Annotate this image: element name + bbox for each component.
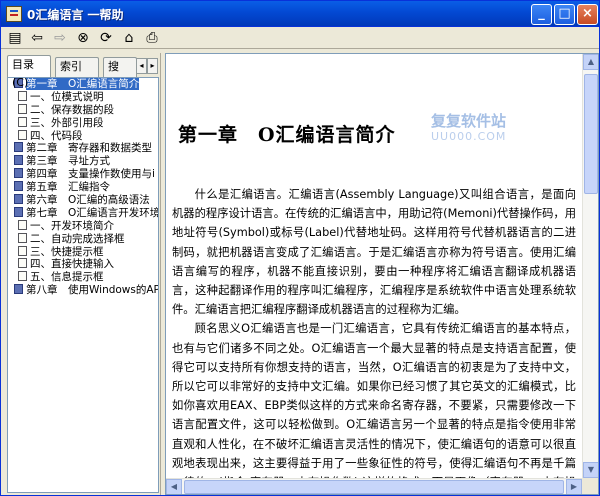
tree-chapter-item[interactable]: 第二章 寄存器和数据类型 bbox=[8, 142, 158, 155]
paragraph-2: 顾名思义O汇编语言也是一门汇编语言，它具有传统汇编语言的基本特点，也有与它们诸多… bbox=[172, 322, 576, 489]
tree-chapter-item[interactable]: 第一章 O汇编语言简介 bbox=[8, 78, 158, 91]
refresh-icon[interactable]: ⟳ bbox=[97, 29, 115, 47]
content-pane: 第一章 O汇编语言简介 复复软件站 UU000.COM 什么是汇编语言。汇编语言… bbox=[165, 53, 599, 495]
vertical-scrollbar[interactable]: ▲ ▼ bbox=[582, 54, 598, 478]
help-window: 0汇编语言 一帮助 _ □ × ▤ ⇦ ⇨ ⊗ ⟳ ⌂ ⎙ 目录(C) 索引(N… bbox=[0, 0, 600, 496]
tree-topic-item[interactable]: 四、代码段 bbox=[8, 129, 158, 143]
stop-icon[interactable]: ⊗ bbox=[74, 29, 92, 47]
tree-item-label: 二、保存数据的段 bbox=[30, 103, 114, 116]
minimize-button[interactable]: _ bbox=[531, 4, 552, 25]
navigation-pane: 目录(C) 索引(N) 搜 ◂▸ 第一章 O汇编语言简介一、位模式说明二、保存数… bbox=[3, 53, 161, 495]
tree-item-label: 第七章 O汇编语言开发环境 bbox=[26, 206, 158, 219]
page-title: 第一章 O汇编语言简介 bbox=[178, 124, 396, 146]
tree-topic-item[interactable]: 一、位模式说明 bbox=[8, 90, 158, 104]
scroll-corner bbox=[582, 478, 598, 494]
window-title: 0汇编语言 一帮助 bbox=[27, 8, 124, 22]
close-button[interactable]: × bbox=[577, 4, 598, 25]
tree-topic-item[interactable]: 三、外部引用段 bbox=[8, 116, 158, 130]
tab-scroll-left-icon[interactable]: ◂ bbox=[136, 58, 147, 74]
tree-chapter-item[interactable]: 第五章 汇编指令 bbox=[8, 181, 158, 194]
tree-item-label: 四、直接快捷输入 bbox=[30, 258, 114, 271]
scroll-down-icon[interactable]: ▼ bbox=[583, 462, 598, 478]
page-icon bbox=[18, 232, 27, 243]
page-icon bbox=[18, 271, 27, 282]
scroll-right-icon[interactable]: ▶ bbox=[566, 479, 582, 494]
tree-item-label: 三、快捷提示框 bbox=[30, 245, 104, 258]
scroll-up-icon[interactable]: ▲ bbox=[583, 54, 598, 70]
tree-topic-item[interactable]: 一、开发环境简介 bbox=[8, 219, 158, 233]
paragraph-1: 什么是汇编语言。汇编语言(Assembly Language)又叫组合语言，是面… bbox=[172, 188, 576, 317]
book-icon bbox=[14, 194, 23, 205]
tree-topic-item[interactable]: 三、快捷提示框 bbox=[8, 245, 158, 259]
watermark-logo: 复复软件站 bbox=[431, 112, 507, 130]
article-body: 什么是汇编语言。汇编语言(Assembly Language)又叫组合语言，是面… bbox=[172, 185, 576, 494]
tab-scroll-right-icon[interactable]: ▸ bbox=[147, 58, 158, 74]
title-bar[interactable]: 0汇编语言 一帮助 _ □ × bbox=[1, 1, 599, 27]
book-icon bbox=[14, 206, 23, 217]
tree-item-label: 二、自动完成选择框 bbox=[30, 232, 125, 245]
tree-item-label: 一、开发环境简介 bbox=[30, 219, 114, 232]
page-icon bbox=[18, 116, 27, 127]
tree-item-label: 第五章 汇编指令 bbox=[26, 181, 110, 194]
home-icon[interactable]: ⌂ bbox=[120, 29, 138, 47]
tree-item-label: 第一章 O汇编语言简介 bbox=[26, 78, 140, 90]
page-icon bbox=[18, 258, 27, 269]
tree-chapter-item[interactable]: 第六章 O汇编的高级语法 bbox=[8, 194, 158, 207]
horizontal-scrollbar[interactable]: ◀ ▶ bbox=[166, 478, 582, 494]
tab-index[interactable]: 索引(N) bbox=[55, 57, 99, 91]
tree-item-label: 第三章 寻址方式 bbox=[26, 155, 110, 168]
tree-chapter-item[interactable]: 第七章 O汇编语言开发环境 bbox=[8, 206, 158, 220]
help-book-icon bbox=[6, 6, 22, 22]
tab-search[interactable]: 搜 bbox=[103, 57, 137, 77]
tree-item-label: 第四章 支量操作数使用与i bbox=[26, 168, 155, 181]
watermark-url: UU000.COM bbox=[431, 130, 507, 143]
back-arrow-icon[interactable]: ⇦ bbox=[28, 29, 46, 47]
tree-topic-item[interactable]: 二、自动完成选择框 bbox=[8, 232, 158, 246]
tree-item-label: 第六章 O汇编的高级语法 bbox=[26, 194, 150, 207]
tree-chapter-item[interactable]: 第八章 使用Windows的API bbox=[8, 284, 158, 297]
vertical-scroll-thumb[interactable] bbox=[584, 74, 598, 194]
tree-topic-item[interactable]: 五、信息提示框 bbox=[8, 271, 158, 284]
scroll-left-icon[interactable]: ◀ bbox=[166, 479, 182, 494]
page-icon bbox=[18, 103, 27, 114]
page-icon bbox=[18, 245, 27, 256]
page-icon bbox=[18, 129, 27, 140]
book-icon bbox=[14, 181, 23, 192]
print-icon[interactable]: ⎙ bbox=[143, 29, 161, 47]
contents-tree: 第一章 O汇编语言简介 一、位模式说明 二、保存数据的段 三、外部引用段 四、代码段 第二… bbox=[7, 77, 159, 493]
tree-topic-item[interactable]: 二、保存数据的段 bbox=[8, 103, 158, 117]
maximize-button[interactable]: □ bbox=[554, 4, 575, 25]
horizontal-scroll-thumb[interactable] bbox=[184, 480, 564, 494]
page-icon bbox=[18, 90, 27, 101]
page-icon bbox=[18, 219, 27, 230]
tree-item-label: 第八章 使用Windows的API bbox=[26, 284, 158, 297]
tab-contents[interactable]: 目录(C) bbox=[7, 55, 51, 89]
tree-item-label: 一、位模式说明 bbox=[30, 90, 104, 103]
hide-pane-icon[interactable]: ▤ bbox=[6, 29, 24, 47]
tree-item-label: 三、外部引用段 bbox=[30, 116, 104, 129]
book-icon bbox=[14, 284, 23, 295]
book-icon bbox=[14, 155, 23, 166]
tab-scroll: ◂ ▸ bbox=[136, 57, 158, 74]
tree-item-label: 四、代码段 bbox=[30, 129, 83, 142]
tree-chapter-item[interactable]: 第四章 支量操作数使用与i bbox=[8, 168, 158, 181]
forward-arrow-icon[interactable]: ⇨ bbox=[51, 29, 69, 47]
tree-item-label: 五、信息提示框 bbox=[30, 271, 104, 284]
book-icon bbox=[14, 142, 23, 153]
tree-topic-item[interactable]: 四、直接快捷输入 bbox=[8, 258, 158, 271]
tree-item-label: 第二章 寄存器和数据类型 bbox=[26, 142, 152, 155]
tree-chapter-item[interactable]: 第三章 寻址方式 bbox=[8, 155, 158, 168]
book-icon bbox=[14, 168, 23, 179]
toolbar: ▤ ⇦ ⇨ ⊗ ⟳ ⌂ ⎙ bbox=[1, 27, 599, 49]
